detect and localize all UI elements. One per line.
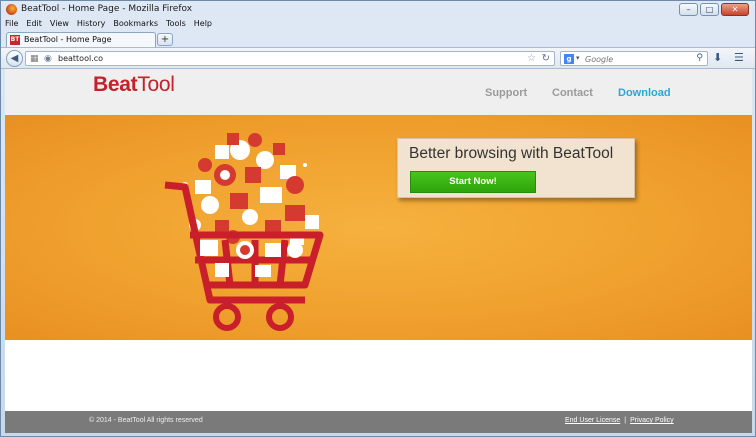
search-input[interactable] (585, 53, 685, 65)
menu-tools[interactable]: Tools (166, 19, 186, 32)
shopping-cart-illustration (164, 133, 324, 331)
downloads-icon[interactable]: ⬇ (713, 51, 722, 64)
tab-strip: BT BeatTool - Home Page + (1, 32, 755, 47)
hamburger-menu-icon[interactable]: ☰ (734, 51, 744, 64)
chevron-down-icon[interactable]: ▾ (576, 54, 580, 62)
menu-help[interactable]: Help (194, 19, 212, 32)
menu-edit[interactable]: Edit (26, 19, 42, 32)
site-footer: © 2014 - BeatTool All rights reserved En… (5, 411, 752, 433)
nav-download-link[interactable]: Download (618, 87, 671, 99)
close-button[interactable]: ✕ (721, 3, 749, 16)
icon-cloud (182, 133, 319, 245)
start-now-button[interactable]: Start Now! (410, 171, 536, 193)
site-header: BeatTool Support Contact Download (5, 69, 752, 115)
window-title: BeatTool - Home Page - Mozilla Firefox (21, 4, 193, 14)
firefox-icon (6, 4, 17, 15)
tab-label: BeatTool - Home Page (24, 35, 112, 44)
cart-wheels (213, 303, 294, 331)
page-content: BeatTool Support Contact Download Better… (5, 69, 752, 433)
nav-support-link[interactable]: Support (485, 87, 527, 99)
bookmark-star-icon[interactable]: ☆ (527, 53, 536, 64)
menu-bar: File Edit View History Bookmarks Tools H… (5, 19, 212, 32)
tab-beattool-home[interactable]: BT BeatTool - Home Page (6, 32, 156, 47)
beattool-logo[interactable]: BeatTool (93, 73, 175, 97)
minimize-button[interactable]: – (679, 3, 698, 16)
new-tab-button[interactable]: + (157, 33, 173, 46)
search-engine-icon[interactable]: g (564, 54, 574, 64)
page-icon: ▦ (30, 54, 39, 64)
copyright-text: © 2014 - BeatTool All rights reserved (89, 417, 203, 424)
menu-history[interactable]: History (77, 19, 105, 32)
reload-icon[interactable]: ↻ (542, 53, 550, 64)
url-bar[interactable]: ▦ ◉ beattool.co ☆ ↻ (25, 51, 555, 66)
search-bar[interactable]: g ▾ ⚲ (560, 51, 708, 66)
nav-contact-link[interactable]: Contact (552, 87, 593, 99)
window-controls: – □ ✕ (679, 3, 749, 16)
menu-bookmarks[interactable]: Bookmarks (113, 19, 158, 32)
logo-tool-text: Tool (137, 73, 175, 96)
menu-file[interactable]: File (5, 19, 18, 32)
hero-headline: Better browsing with BeatTool (409, 145, 614, 162)
url-text: beattool.co (58, 54, 104, 63)
cta-box: Better browsing with BeatTool Start Now! (397, 138, 635, 198)
footer-links: End User License | Privacy Policy (565, 417, 674, 424)
menu-view[interactable]: View (50, 19, 69, 32)
beattool-favicon-icon: BT (10, 35, 20, 45)
globe-icon: ◉ (44, 54, 52, 64)
browser-window: BeatTool - Home Page - Mozilla Firefox –… (0, 0, 756, 437)
logo-beat-text: Beat (93, 73, 138, 96)
hero-banner: Better browsing with BeatTool Start Now! (5, 115, 752, 340)
title-bar: BeatTool - Home Page - Mozilla Firefox –… (1, 1, 755, 19)
maximize-button[interactable]: □ (700, 3, 719, 16)
eula-link[interactable]: End User License (565, 417, 620, 424)
footer-separator: | (624, 417, 627, 424)
search-icon[interactable]: ⚲ (696, 53, 703, 63)
back-button[interactable]: ◀ (6, 50, 23, 67)
privacy-policy-link[interactable]: Privacy Policy (630, 417, 674, 424)
navigation-toolbar: ◀ ▦ ◉ beattool.co ☆ ↻ g ▾ ⚲ ⬇ ☰ (1, 47, 755, 69)
